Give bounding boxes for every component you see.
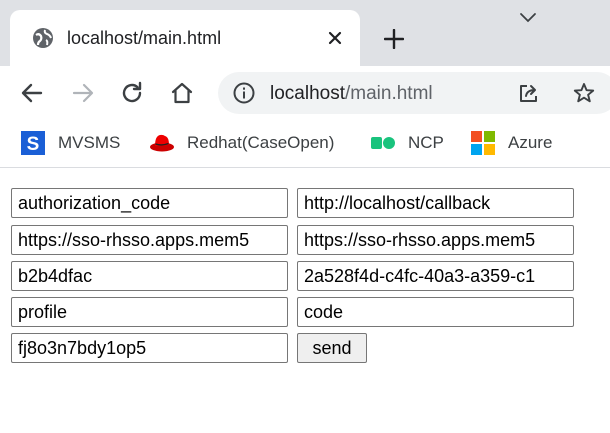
info-icon[interactable] bbox=[232, 81, 256, 105]
send-button[interactable]: send bbox=[297, 333, 367, 363]
bookmark-label: MVSMS bbox=[58, 133, 121, 152]
tab-title: localhost/main.html bbox=[67, 28, 222, 48]
bookmarks-bar: S MVSMS Redhat(CaseOpen) NCP Azure bbox=[0, 120, 610, 168]
url-path: /main.html bbox=[345, 83, 433, 104]
bookmark-azure[interactable]: Azure bbox=[470, 130, 552, 156]
redirect-uri-input[interactable]: http://localhost/callback bbox=[297, 188, 574, 218]
chevron-down-icon[interactable] bbox=[516, 8, 540, 28]
active-tab[interactable]: localhost/main.html bbox=[10, 10, 360, 66]
auth-endpoint-input[interactable]: https://sso-rhsso.apps.mem5 bbox=[11, 225, 288, 255]
url-host: localhost bbox=[270, 83, 345, 104]
grant-type-input[interactable]: authorization_code bbox=[11, 188, 288, 218]
address-bar[interactable]: localhost/main.html bbox=[218, 72, 610, 114]
state-input[interactable]: fj8o3n7bdy1op5 bbox=[11, 333, 288, 363]
microsoft-icon bbox=[470, 130, 496, 156]
reload-icon[interactable] bbox=[117, 78, 147, 108]
ncp-icon bbox=[370, 130, 396, 156]
tab-strip: localhost/main.html bbox=[0, 0, 610, 66]
bookmark-ncp[interactable]: NCP bbox=[370, 130, 444, 156]
mvsms-icon: S bbox=[20, 130, 46, 156]
bookmark-label: Azure bbox=[508, 133, 553, 152]
bookmark-label: NCP bbox=[408, 133, 444, 152]
forward-arrow-icon[interactable] bbox=[68, 78, 98, 108]
star-icon[interactable] bbox=[571, 81, 597, 105]
new-tab-plus-icon[interactable] bbox=[381, 26, 407, 52]
page-content: authorization_code http://localhost/call… bbox=[0, 169, 610, 433]
back-arrow-icon[interactable] bbox=[17, 78, 47, 108]
response-type-input[interactable]: code bbox=[297, 297, 574, 327]
url-text[interactable]: localhost/main.html bbox=[270, 82, 433, 106]
token-endpoint-input[interactable]: https://sso-rhsso.apps.mem5 bbox=[297, 225, 574, 255]
client-id-input[interactable]: b2b4dfac bbox=[11, 261, 288, 291]
bookmark-label: Redhat(CaseOpen) bbox=[187, 133, 335, 152]
redhat-icon bbox=[149, 130, 175, 156]
globe-icon bbox=[32, 27, 54, 49]
bookmark-mvsms[interactable]: S MVSMS bbox=[20, 130, 120, 156]
share-icon[interactable] bbox=[516, 81, 542, 105]
close-icon[interactable] bbox=[324, 27, 346, 49]
home-icon[interactable] bbox=[167, 78, 197, 108]
svg-text:S: S bbox=[27, 134, 40, 155]
scope-input[interactable]: profile bbox=[11, 297, 288, 327]
bookmark-redhat[interactable]: Redhat(CaseOpen) bbox=[149, 130, 334, 156]
client-secret-input[interactable]: 2a528f4d-c4fc-40a3-a359-c1 bbox=[297, 261, 574, 291]
browser-toolbar: localhost/main.html bbox=[0, 66, 610, 120]
